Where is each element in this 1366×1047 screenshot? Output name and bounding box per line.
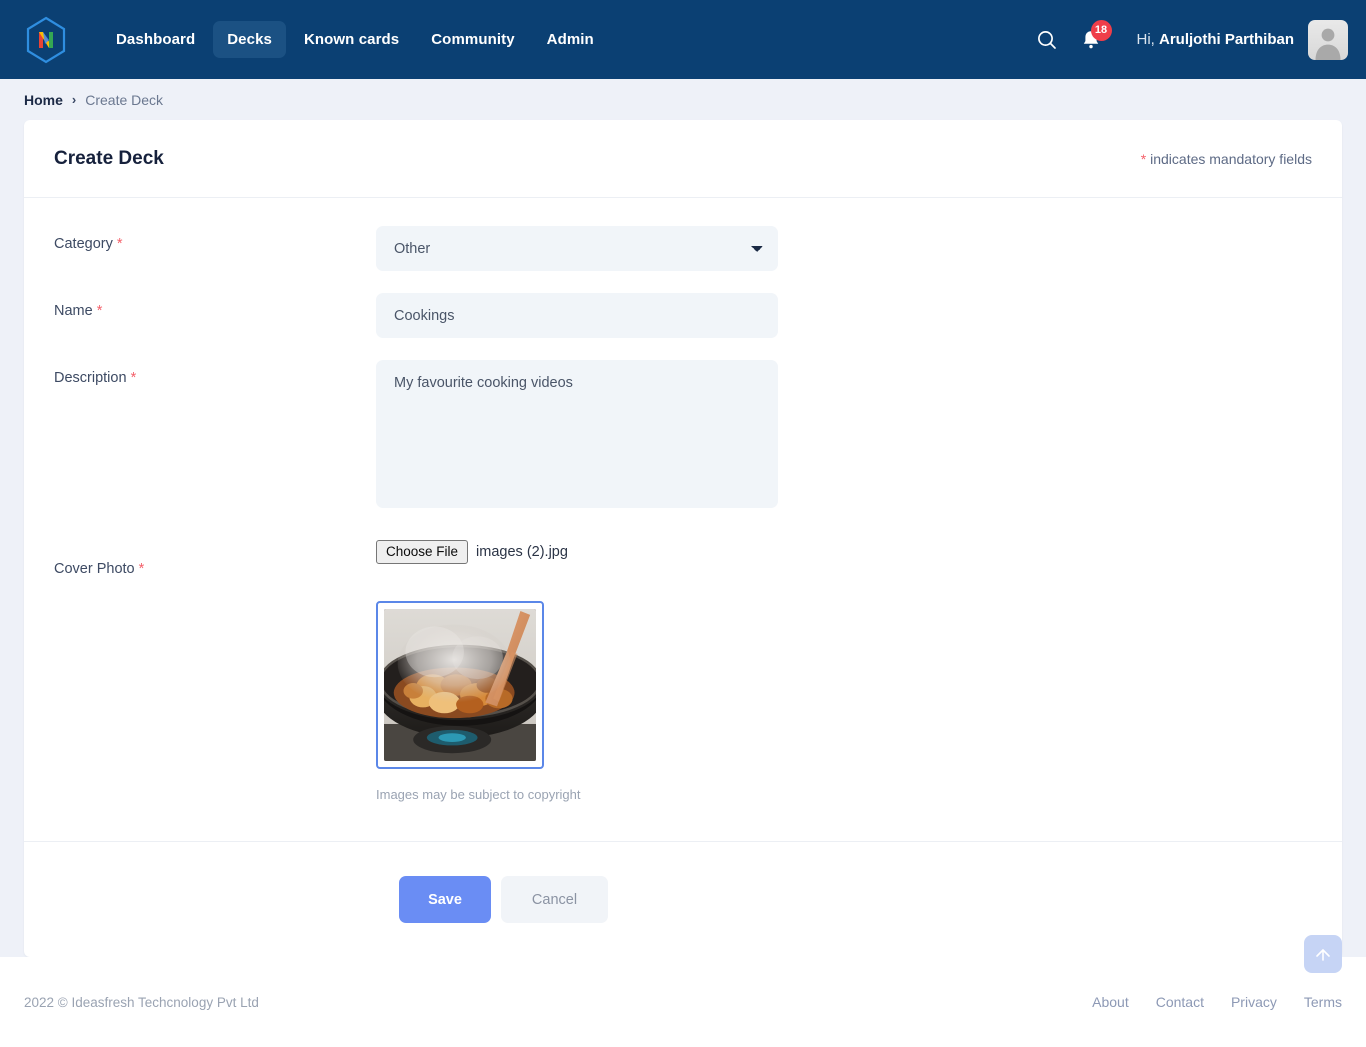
page-footer: 2022 © Ideasfresh Techcnology Pvt Ltd Ab…	[0, 935, 1366, 1047]
search-button[interactable]	[1025, 18, 1069, 62]
required-marker: *	[96, 303, 103, 319]
description-textarea[interactable]: My favourite cooking videos	[376, 360, 778, 508]
label-category-text: Category	[54, 236, 113, 252]
label-description: Description *	[54, 360, 376, 386]
breadcrumb-separator-icon: ›	[71, 92, 77, 107]
footer-link-privacy[interactable]: Privacy	[1231, 994, 1277, 1010]
nav-link-known-cards[interactable]: Known cards	[290, 21, 413, 58]
breadcrumb: Home › Create Deck	[0, 79, 1366, 120]
footer-link-contact[interactable]: Contact	[1156, 994, 1204, 1010]
primary-nav-links: Dashboard Decks Known cards Community Ad…	[102, 21, 608, 58]
selected-file-name: images (2).jpg	[476, 544, 568, 560]
mandatory-note-text: indicates mandatory fields	[1146, 150, 1312, 167]
notifications-button[interactable]: 18	[1069, 18, 1113, 62]
label-cover-photo-text: Cover Photo	[54, 561, 135, 577]
required-marker: *	[138, 561, 145, 577]
field-name	[376, 293, 778, 338]
save-button[interactable]: Save	[399, 876, 491, 923]
nav-link-community[interactable]: Community	[417, 21, 528, 58]
field-category: Other	[376, 226, 778, 271]
card-body: Category * Other Name * Description *	[24, 198, 1342, 841]
label-description-text: Description	[54, 370, 127, 386]
app-logo[interactable]	[20, 14, 72, 66]
field-cover-photo: Choose File images (2).jpg Images may be…	[376, 539, 581, 802]
user-name: Aruljothi Parthiban	[1159, 31, 1294, 48]
name-input[interactable]	[376, 293, 778, 338]
choose-file-button[interactable]: Choose File	[376, 539, 469, 565]
cover-photo-preview-frame[interactable]	[376, 601, 544, 769]
card-header: Create Deck * indicates mandatory fields	[24, 120, 1342, 198]
notification-badge: 18	[1090, 19, 1112, 41]
scroll-to-top-button[interactable]	[1304, 935, 1342, 973]
cancel-button[interactable]: Cancel	[501, 876, 608, 923]
user-greeting: Hi, Aruljothi Parthiban	[1137, 31, 1295, 48]
avatar[interactable]	[1308, 19, 1348, 60]
field-description: My favourite cooking videos	[376, 360, 778, 513]
nav-link-admin[interactable]: Admin	[533, 21, 608, 58]
breadcrumb-home[interactable]: Home	[24, 92, 63, 108]
nav-link-decks[interactable]: Decks	[213, 21, 286, 58]
user-avatar-icon	[1315, 28, 1341, 60]
nav-link-dashboard[interactable]: Dashboard	[102, 21, 209, 58]
nav-right-cluster: 18 Hi, Aruljothi Parthiban	[1025, 18, 1348, 62]
label-cover-photo: Cover Photo *	[54, 539, 376, 577]
hexagon-n-logo-icon	[26, 16, 66, 63]
card-footer-actions: Save Cancel	[24, 841, 1342, 957]
form-row-name: Name *	[54, 293, 1312, 338]
search-icon	[1037, 30, 1056, 49]
mandatory-fields-note: * indicates mandatory fields	[1141, 151, 1312, 167]
form-row-cover-photo: Cover Photo * Choose File images (2).jpg	[54, 539, 1312, 802]
label-category: Category *	[54, 226, 376, 252]
label-name-text: Name	[54, 303, 93, 319]
greeting-prefix: Hi,	[1136, 31, 1159, 48]
label-name: Name *	[54, 293, 376, 319]
file-input-row: Choose File images (2).jpg	[376, 539, 581, 565]
top-navigation-bar: Dashboard Decks Known cards Community Ad…	[0, 0, 1366, 79]
create-deck-card: Create Deck * indicates mandatory fields…	[24, 120, 1342, 957]
category-select[interactable]: Other	[376, 226, 778, 271]
footer-copyright: 2022 © Ideasfresh Techcnology Pvt Ltd	[24, 994, 259, 1010]
footer-link-terms[interactable]: Terms	[1304, 994, 1342, 1010]
footer-link-about[interactable]: About	[1092, 994, 1129, 1010]
footer-links: About Contact Privacy Terms	[1092, 994, 1342, 1010]
required-marker: *	[130, 370, 137, 386]
form-row-category: Category * Other	[54, 226, 1312, 271]
arrow-up-icon	[1316, 949, 1330, 961]
form-row-description: Description * My favourite cooking video…	[54, 360, 1312, 513]
breadcrumb-current: Create Deck	[85, 91, 164, 108]
cover-photo-preview	[384, 609, 536, 761]
copyright-note: Images may be subject to copyright	[376, 787, 581, 802]
page-title: Create Deck	[54, 147, 164, 169]
cooking-pan-image	[384, 609, 536, 761]
required-marker: *	[116, 236, 123, 252]
